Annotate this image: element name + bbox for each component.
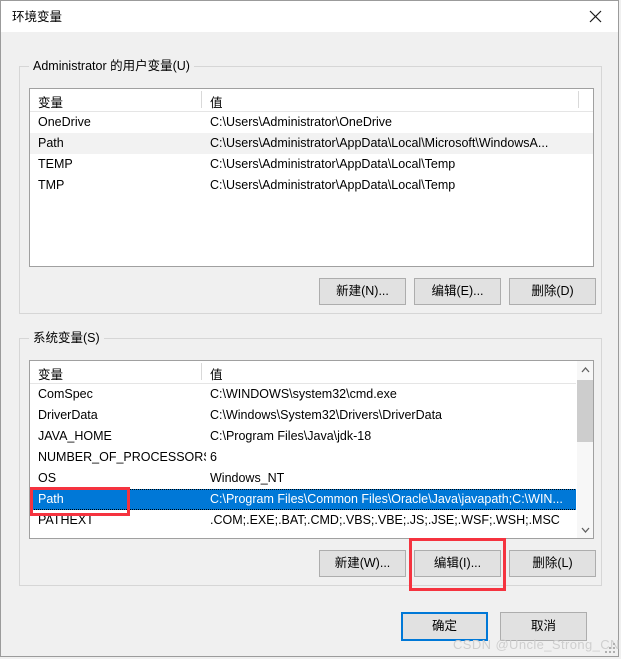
user-variables-legend: Administrator 的用户变量(U) (29, 59, 194, 74)
scrollbar-thumb[interactable] (577, 380, 593, 442)
title-bar: 环境变量 (1, 1, 618, 32)
system-new-button[interactable]: 新建(W)... (319, 550, 406, 577)
user-variable-value: C:\Users\Administrator\AppData\Local\Tem… (210, 157, 456, 171)
table-row[interactable]: OneDrive C:\Users\Administrator\OneDrive (30, 112, 593, 133)
system-variable-value: C:\Program Files\Java\jdk-18 (210, 429, 372, 443)
user-variable-value: C:\Users\Administrator\AppData\Local\Mic… (210, 136, 549, 150)
system-variable-value: C:\WINDOWS\system32\cmd.exe (210, 387, 397, 401)
user-column-divider[interactable] (201, 91, 202, 108)
system-variable-name: OS (38, 471, 57, 485)
table-row-selected[interactable]: Path C:\Program Files\Common Files\Oracl… (30, 489, 593, 510)
scroll-down-icon[interactable] (577, 521, 593, 538)
table-row[interactable]: TMP C:\Users\Administrator\AppData\Local… (30, 175, 593, 196)
system-variable-value: .COM;.EXE;.BAT;.CMD;.VBS;.VBE;.JS;.JSE;.… (210, 513, 560, 527)
system-variables-list[interactable]: 变量 值 ComSpec C:\WINDOWS\system32\cmd.exe… (29, 360, 594, 539)
system-variable-name: Path (38, 492, 64, 506)
user-list-header: 变量 值 (30, 89, 593, 112)
table-row[interactable]: JAVA_HOME C:\Program Files\Java\jdk-18 (30, 426, 593, 447)
table-row[interactable]: PATHEXT .COM;.EXE;.BAT;.CMD;.VBS;.VBE;.J… (30, 510, 593, 531)
system-variable-name: PATHEXT (38, 513, 94, 527)
user-edit-button[interactable]: 编辑(E)... (414, 278, 501, 305)
resize-grip[interactable] (603, 641, 615, 653)
user-column-header-value[interactable]: 值 (210, 92, 223, 111)
user-variables-list[interactable]: 变量 值 OneDrive C:\Users\Administrator\One… (29, 88, 594, 267)
user-variable-name: TEMP (38, 157, 73, 171)
close-icon[interactable] (572, 1, 618, 31)
watermark-text: CSDN @Uncle_Strong_CN (453, 637, 620, 652)
system-variable-name: JAVA_HOME (38, 429, 112, 443)
system-list-rows: ComSpec C:\WINDOWS\system32\cmd.exe Driv… (30, 384, 593, 531)
table-row[interactable]: NUMBER_OF_PROCESSORS 6 (30, 447, 593, 468)
system-edit-button[interactable]: 编辑(I)... (414, 550, 501, 577)
user-new-button[interactable]: 新建(N)... (319, 278, 406, 305)
system-variable-value: C:\Program Files\Common Files\Oracle\Jav… (210, 492, 563, 506)
system-column-header-name[interactable]: 变量 (38, 364, 63, 383)
environment-variables-dialog: 环境变量 Administrator 的用户变量(U) 变量 值 OneDriv… (0, 0, 619, 657)
user-variable-name: TMP (38, 178, 65, 192)
table-row[interactable]: ComSpec C:\WINDOWS\system32\cmd.exe (30, 384, 593, 405)
table-row[interactable]: DriverData C:\Windows\System32\Drivers\D… (30, 405, 593, 426)
system-variable-name: DriverData (38, 408, 98, 422)
system-variable-value: Windows_NT (210, 471, 285, 485)
system-column-header-value[interactable]: 值 (210, 364, 223, 383)
system-variable-name: ComSpec (38, 387, 93, 401)
user-variables-group: Administrator 的用户变量(U) 变量 值 OneDrive C:\… (19, 59, 602, 314)
system-list-scrollbar[interactable] (576, 361, 593, 538)
user-variable-name: Path (38, 136, 64, 150)
user-delete-button[interactable]: 删除(D) (509, 278, 596, 305)
user-column-divider-end[interactable] (578, 91, 579, 108)
user-variable-value: C:\Users\Administrator\OneDrive (210, 115, 392, 129)
user-variable-value: C:\Users\Administrator\AppData\Local\Tem… (210, 178, 456, 192)
user-column-header-name[interactable]: 变量 (38, 92, 63, 111)
window-title: 环境变量 (12, 10, 63, 24)
system-variable-name: NUMBER_OF_PROCESSORS (38, 450, 206, 464)
system-column-divider[interactable] (201, 363, 202, 380)
system-delete-button[interactable]: 删除(L) (509, 550, 596, 577)
table-row[interactable]: TEMP C:\Users\Administrator\AppData\Loca… (30, 154, 593, 175)
user-list-rows: OneDrive C:\Users\Administrator\OneDrive… (30, 112, 593, 196)
system-list-header: 变量 值 (30, 361, 593, 384)
table-row[interactable]: Path C:\Users\Administrator\AppData\Loca… (30, 133, 593, 154)
system-variables-legend: 系统变量(S) (29, 331, 104, 346)
system-variable-value: C:\Windows\System32\Drivers\DriverData (210, 408, 442, 422)
user-variable-name: OneDrive (38, 115, 91, 129)
system-variable-value: 6 (210, 450, 217, 464)
scroll-up-icon[interactable] (577, 361, 593, 378)
table-row[interactable]: OS Windows_NT (30, 468, 593, 489)
system-variables-group: 系统变量(S) 变量 值 ComSpec C:\WINDOWS\system32… (19, 331, 602, 586)
